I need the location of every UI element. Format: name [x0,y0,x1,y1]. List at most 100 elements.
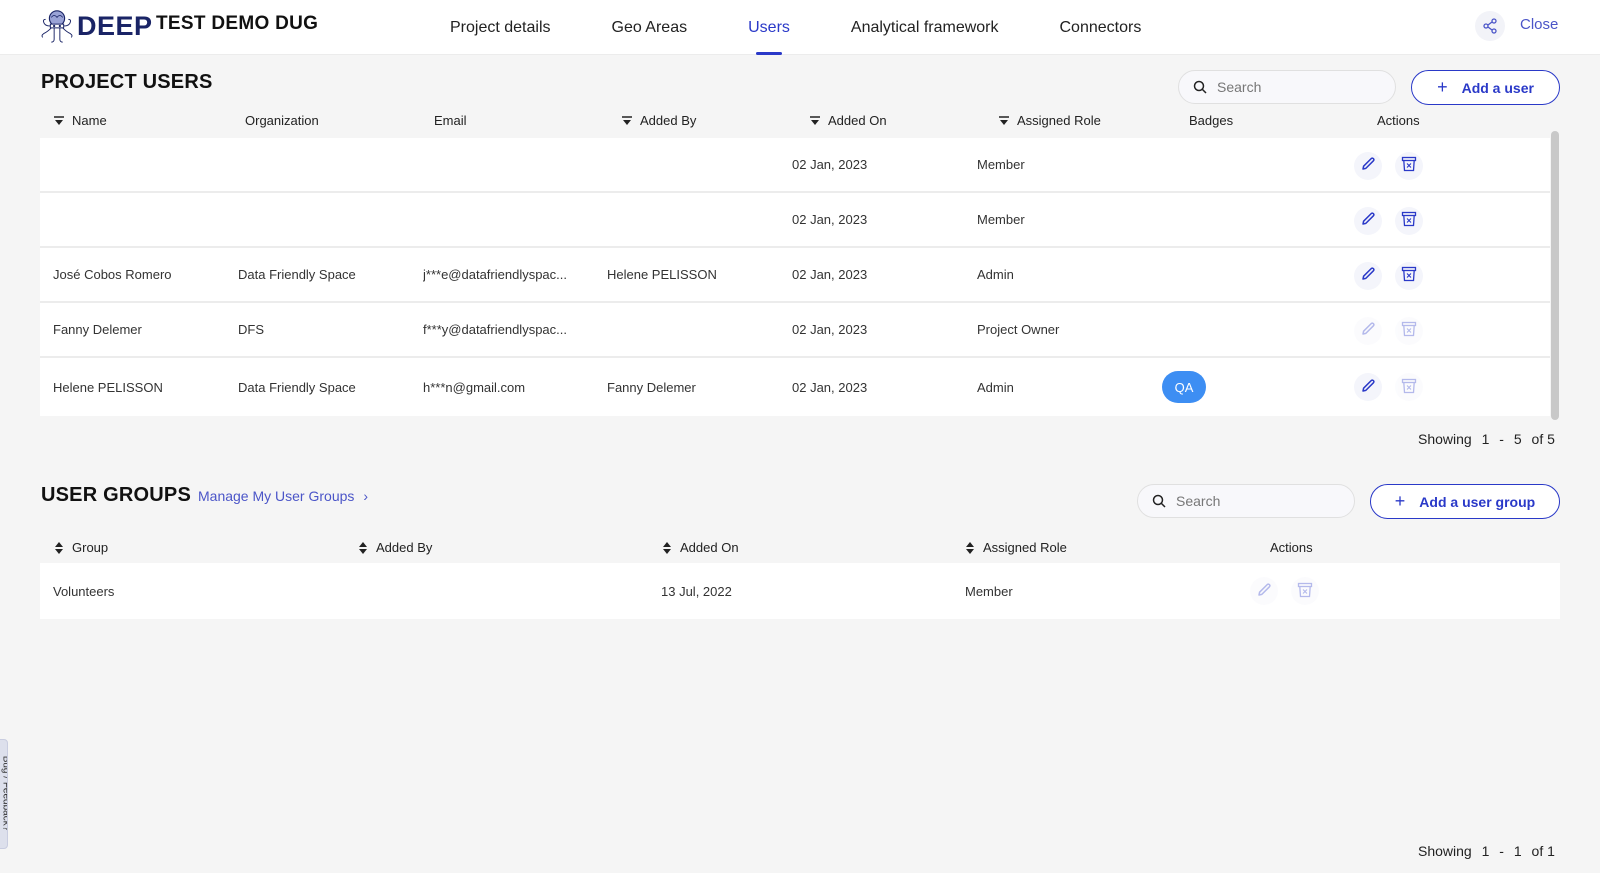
top-navbar: DEEP TEST DEMO DUG Project details Geo A… [0,0,1600,55]
cell-added-by [358,563,648,619]
cell-name [53,193,233,246]
project-title: TEST DEMO DUG [156,13,319,34]
cell-name: Fanny Delemer [53,322,142,337]
share-button[interactable] [1475,11,1505,41]
table-row: 02 Jan, 2023 Member [40,193,1550,248]
column-header-actions: Actions [1270,540,1313,555]
user-groups-table: Volunteers 13 Jul, 2022 Member [40,563,1560,619]
cell-added-on: 02 Jan, 2023 [792,267,868,282]
delete-button [1395,373,1423,401]
pencil-icon [1360,156,1376,175]
project-tabs: Project details Geo Areas Users Analytic… [430,0,1202,55]
add-user-button[interactable]: + Add a user [1411,70,1560,105]
project-users-table-header: Name Organization Email Added By Added O… [40,113,1560,135]
tab-geo-areas[interactable]: Geo Areas [612,0,688,55]
edit-button[interactable] [1354,261,1382,290]
sort-icon [622,115,632,125]
cell-added-by [607,138,787,191]
cell-added-on: 02 Jan, 2023 [792,212,868,227]
project-users-table: 02 Jan, 2023 Member 02 Jan, 2023 Member José… [40,138,1550,416]
plus-icon: + [1394,491,1406,511]
cell-name [53,138,233,191]
cell-added-on: 02 Jan, 2023 [792,157,868,172]
delete-button[interactable] [1395,151,1423,180]
cell-organization: Data Friendly Space [238,379,356,395]
cell-added-by: Fanny Delemer [607,379,696,395]
cell-organization: Data Friendly Space [238,267,356,282]
close-button[interactable]: Close [1520,16,1558,33]
add-user-group-label: Add a user group [1419,493,1536,510]
add-user-group-button[interactable]: + Add a user group [1370,484,1560,519]
user-groups-table-header: Group Added By Added On Assigned Role Ac… [40,540,1560,562]
column-header-added-by[interactable]: Added By [358,540,432,555]
delete-button[interactable] [1395,261,1423,290]
add-user-label: Add a user [1461,79,1534,96]
cell-email [423,138,598,191]
trash-icon [1401,378,1417,397]
share-icon [1483,18,1497,34]
cell-added-on: 13 Jul, 2022 [661,583,732,599]
cell-email: h***n@gmail.com [423,379,526,395]
qa-badge: QA [1162,371,1206,403]
sort-both-icon [359,541,367,554]
project-users-title: PROJECT USERS [41,71,213,93]
tab-project-details[interactable]: Project details [450,0,551,55]
table-row: Fanny Delemer DFS f***y@datafriendlyspac..… [40,303,1550,358]
octopus-logo-icon [41,10,73,43]
deep-logo[interactable]: DEEP [38,7,153,45]
table-scrollbar[interactable] [1551,131,1559,420]
column-header-added-on[interactable]: Added On [662,540,739,555]
column-header-name[interactable]: Name [54,113,107,128]
table-row: José Cobos Romero Data Friendly Space j***… [40,248,1550,303]
pencil-icon [1360,211,1376,230]
pencil-icon [1360,378,1376,397]
chevron-right-icon: › [363,488,369,504]
cell-email: j***e@datafriendlyspac... [423,267,567,282]
user-groups-title: USER GROUPS [41,484,192,506]
trash-icon [1401,156,1417,175]
edit-button [1354,316,1382,345]
delete-button[interactable] [1395,206,1423,235]
edit-button[interactable] [1354,206,1382,235]
sort-both-icon [966,541,974,554]
column-header-group[interactable]: Group [54,540,108,555]
tab-analytical-framework[interactable]: Analytical framework [851,0,999,55]
delete-button [1291,577,1319,605]
user-groups-search-input[interactable] [1176,493,1326,509]
cell-added-by [607,303,787,356]
sort-icon [810,115,820,125]
edit-button[interactable] [1354,373,1382,401]
pencil-icon [1360,321,1376,340]
cell-assigned-role: Admin [977,379,1014,395]
tab-connectors[interactable]: Connectors [1060,0,1142,55]
cell-added-on: 02 Jan, 2023 [792,322,868,337]
project-users-search-input[interactable] [1217,79,1367,95]
sort-both-icon [663,541,671,554]
cell-organization [238,138,418,191]
user-groups-search[interactable] [1137,484,1355,518]
edit-button[interactable] [1354,151,1382,180]
trash-icon [1297,582,1313,601]
cell-added-on: 02 Jan, 2023 [792,379,868,395]
column-header-added-on[interactable]: Added On [810,113,887,128]
feedback-tab[interactable]: Bug / Feedback? [0,739,8,849]
column-header-assigned-role[interactable]: Assigned Role [999,113,1101,128]
sort-both-icon [55,541,63,554]
project-users-search[interactable] [1178,70,1396,104]
project-users-pagination: Showing 1 - 5 of 5 [1418,431,1555,447]
search-icon [1193,80,1207,94]
delete-button [1395,316,1423,345]
cell-assigned-role: Member [977,212,1025,227]
manage-user-groups-link[interactable]: Manage My User Groups › [198,488,368,504]
column-header-organization: Organization [245,113,319,128]
pencil-icon [1360,266,1376,285]
column-header-actions: Actions [1377,113,1420,128]
trash-icon [1401,321,1417,340]
cell-assigned-role: Member [965,583,1013,599]
tab-users[interactable]: Users [748,0,790,55]
table-row: Helene PELISSON Data Friendly Space h***n@… [40,358,1550,416]
cell-organization [238,193,418,246]
column-header-assigned-role[interactable]: Assigned Role [965,540,1067,555]
column-header-added-by[interactable]: Added By [622,113,696,128]
cell-group: Volunteers [53,583,115,599]
